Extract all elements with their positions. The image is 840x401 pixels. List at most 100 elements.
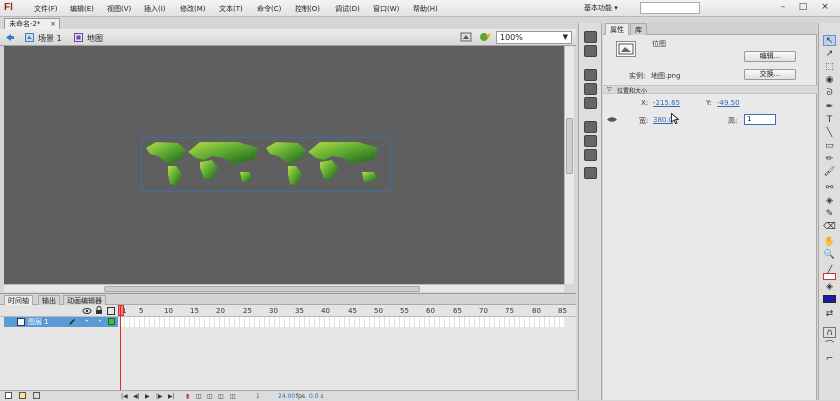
stroke-color-swatch[interactable]: [823, 273, 836, 280]
y-value[interactable]: -49.50: [717, 99, 740, 107]
menu-help[interactable]: 帮助(H): [413, 4, 438, 14]
brush-tool-icon[interactable]: 🖌: [823, 167, 836, 178]
close-window-button[interactable]: ×: [818, 1, 832, 14]
lock-dot-icon[interactable]: •: [98, 318, 102, 325]
info-panel-icon[interactable]: [584, 83, 597, 95]
outline-color-icon[interactable]: [108, 318, 115, 325]
line-tool-icon[interactable]: ╲: [823, 128, 836, 139]
link-dimensions-icon[interactable]: [606, 116, 618, 123]
visible-dot-icon[interactable]: •: [85, 318, 89, 325]
eraser-tool-icon[interactable]: ⌫: [823, 222, 836, 233]
pencil-tool-icon[interactable]: ✏: [823, 154, 836, 165]
eye-icon[interactable]: [82, 307, 92, 315]
edit-multiple-icon[interactable]: ◫: [218, 393, 224, 400]
selected-bitmap[interactable]: [141, 137, 391, 192]
selection-tool-icon[interactable]: ↖: [823, 35, 836, 46]
rectangle-tool-icon[interactable]: ▭: [823, 141, 836, 152]
scene-label[interactable]: 场景 1: [38, 33, 62, 44]
menu-debug[interactable]: 调试(D): [335, 4, 360, 14]
scrollbar-thumb[interactable]: [104, 286, 420, 292]
back-arrow-icon[interactable]: [5, 33, 15, 42]
swatches-panel-icon[interactable]: [584, 45, 597, 57]
help-search-input[interactable]: [640, 2, 700, 14]
tab-motion-editor[interactable]: 动画编辑器: [63, 295, 106, 305]
zoom-select[interactable]: 100% ▼: [496, 31, 572, 44]
tab-properties[interactable]: 属性: [605, 23, 629, 35]
menu-modify[interactable]: 修改(M): [180, 4, 206, 14]
bone-tool-icon[interactable]: ⚯: [823, 183, 836, 194]
x-value[interactable]: -215.65: [653, 99, 680, 107]
last-frame-icon[interactable]: ▶|: [168, 393, 175, 400]
delete-icon[interactable]: [33, 392, 40, 399]
components-panel-icon[interactable]: [584, 135, 597, 147]
cursor-icon: [671, 113, 679, 124]
playhead-handle[interactable]: [118, 305, 124, 316]
scrollbar-thumb[interactable]: [566, 118, 573, 174]
tab-library[interactable]: 库: [630, 23, 647, 35]
center-frame-icon[interactable]: ▮: [186, 393, 189, 400]
pen-tool-icon[interactable]: ✒: [823, 102, 836, 113]
tab-timeline[interactable]: 时间轴: [4, 295, 33, 305]
menu-file[interactable]: 文件(F): [34, 4, 58, 14]
straighten-icon[interactable]: ⌐: [823, 354, 836, 365]
minimize-button[interactable]: –: [776, 1, 790, 14]
workspace-switcher[interactable]: 基本功能 ▾: [584, 3, 618, 13]
edit-symbols-icon[interactable]: [478, 31, 492, 43]
maximize-button[interactable]: □: [796, 1, 810, 14]
edit-scene-icon[interactable]: [460, 31, 474, 43]
menu-window[interactable]: 窗口(W): [373, 4, 399, 14]
swap-button[interactable]: 交换...: [744, 69, 796, 80]
tab-output[interactable]: 输出: [38, 295, 60, 305]
menu-insert[interactable]: 插入(I): [144, 4, 166, 14]
frame-strip[interactable]: [120, 317, 564, 327]
code-snippets-icon[interactable]: [584, 121, 597, 133]
collapsed-panels: [578, 23, 602, 400]
text-tool-icon[interactable]: T: [823, 115, 836, 126]
new-folder-icon[interactable]: [19, 392, 26, 399]
layer-row[interactable]: 图层 1 • •: [4, 317, 118, 327]
menu-control[interactable]: 控制(O): [295, 4, 320, 14]
hand-tool-icon[interactable]: ✋: [823, 237, 836, 248]
lasso-tool-icon[interactable]: ᘐ: [823, 88, 836, 99]
eyedropper-tool-icon[interactable]: ✎: [823, 209, 836, 220]
current-frame[interactable]: 1: [256, 393, 260, 400]
onion-skin-icon[interactable]: ◫: [196, 393, 202, 400]
fill-color-swatch[interactable]: [823, 295, 836, 303]
menu-commands[interactable]: 命令(C): [257, 4, 281, 14]
play-icon[interactable]: ▶: [145, 393, 150, 400]
new-layer-icon[interactable]: [5, 392, 12, 399]
paint-bucket-tool-icon[interactable]: ◈: [823, 196, 836, 207]
smooth-icon[interactable]: ⌒: [823, 341, 836, 352]
fill-bucket-icon[interactable]: ◈: [823, 282, 836, 293]
next-frame-icon[interactable]: |▶: [156, 393, 163, 400]
motion-presets-icon[interactable]: [584, 149, 597, 161]
height-input[interactable]: 1: [744, 114, 776, 125]
menu-edit[interactable]: 编辑(E): [70, 4, 94, 14]
outline-icon[interactable]: [107, 307, 115, 315]
stage-vertical-scrollbar[interactable]: [564, 46, 574, 284]
symbol-label[interactable]: 地图: [87, 33, 103, 44]
fps-value[interactable]: 24.00: [278, 393, 295, 400]
color-panel-icon[interactable]: [584, 31, 597, 43]
prev-frame-icon[interactable]: ◀|: [133, 393, 140, 400]
stage-horizontal-scrollbar[interactable]: [4, 284, 564, 292]
align-panel-icon[interactable]: [584, 69, 597, 81]
layer-name[interactable]: 图层 1: [28, 317, 49, 327]
edit-button[interactable]: 编辑...: [744, 51, 796, 62]
lock-icon[interactable]: [95, 306, 103, 315]
section-position-size[interactable]: ▽ 位置和大小: [603, 85, 817, 95]
history-panel-icon[interactable]: [584, 167, 597, 179]
snap-magnet-icon[interactable]: ∩: [823, 327, 836, 338]
transform-panel-icon[interactable]: [584, 97, 597, 109]
onion-markers-icon[interactable]: ◫: [230, 393, 236, 400]
first-frame-icon[interactable]: |◀: [121, 393, 128, 400]
3d-rotation-tool-icon[interactable]: ◉: [823, 75, 836, 86]
onion-outline-icon[interactable]: ◫: [207, 393, 213, 400]
swap-colors-icon[interactable]: ⇄: [823, 309, 836, 320]
zoom-tool-icon[interactable]: 🔍: [823, 250, 836, 261]
menu-text[interactable]: 文本(T): [219, 4, 243, 14]
subselection-tool-icon[interactable]: ↗: [823, 49, 836, 60]
free-transform-tool-icon[interactable]: ⬚: [823, 62, 836, 73]
frame-number: 70: [479, 307, 488, 315]
menu-view[interactable]: 视图(V): [107, 4, 131, 14]
